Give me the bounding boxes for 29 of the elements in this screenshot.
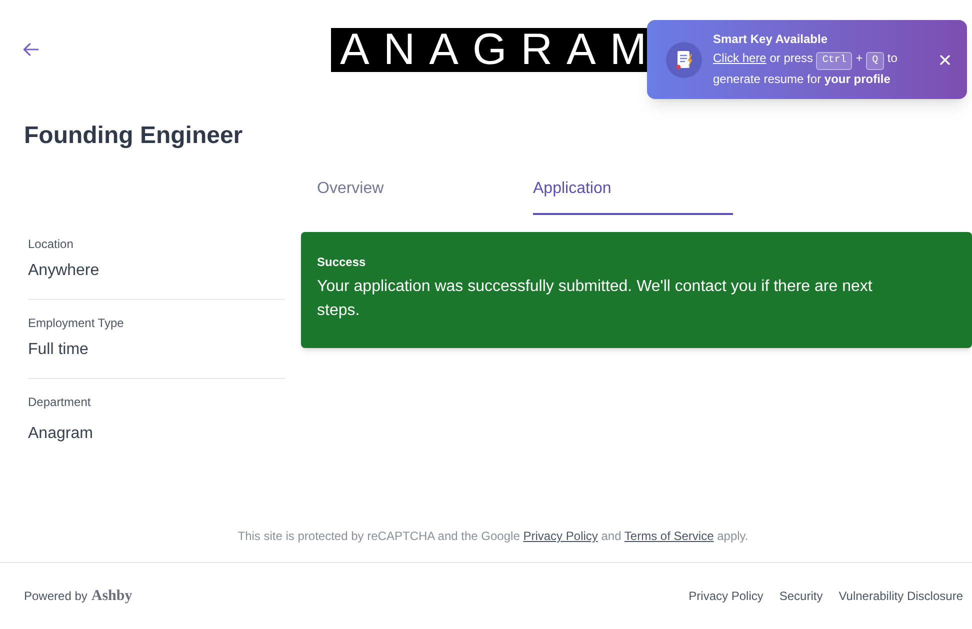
brand-wordmark: Ashby: [91, 586, 132, 606]
popup-title: Smart Key Available: [713, 31, 828, 48]
keyboard-key: Ctrl: [816, 52, 852, 70]
detail-label: Department: [28, 394, 91, 410]
detail-value: Full time: [28, 340, 88, 360]
close-button[interactable]: [938, 52, 952, 66]
footer-link[interactable]: Privacy Policy: [688, 588, 764, 604]
tab[interactable]: Overview: [317, 170, 517, 215]
detail-value: Anagram: [28, 424, 93, 444]
popup-link[interactable]: Click here: [713, 51, 766, 65]
detail-value: Anywhere: [28, 261, 100, 281]
detail-label: Location: [28, 236, 74, 252]
notice-link[interactable]: Terms of Service: [624, 529, 714, 543]
popup-message: Click here or press Ctrl + Q to generate resume for your profile: [713, 50, 898, 88]
back-arrow-icon: [23, 42, 39, 56]
alert-title: Success: [317, 254, 366, 270]
footer-link[interactable]: Vulnerability Disclosure: [838, 588, 963, 604]
document-lightning-icon: [666, 42, 702, 78]
tab[interactable]: Application: [533, 170, 733, 215]
job-title: Founding Engineer: [24, 121, 243, 151]
notice-link[interactable]: Privacy Policy: [523, 529, 598, 543]
powered-by-text: Powered by: [24, 588, 88, 605]
close-icon: [940, 54, 950, 64]
back-button[interactable]: [22, 42, 40, 56]
recaptcha-notice: This site is protected by reCAPTCHA and the Google Privacy Policy and Terms of Service apply.: [236, 528, 750, 545]
alert-message: Your application was successfully submitted. We'll contact you if there are next steps.: [317, 277, 874, 321]
keyboard-key: Q: [866, 52, 884, 70]
footer-link[interactable]: Security: [779, 588, 823, 604]
detail-label: Employment Type: [28, 315, 124, 331]
